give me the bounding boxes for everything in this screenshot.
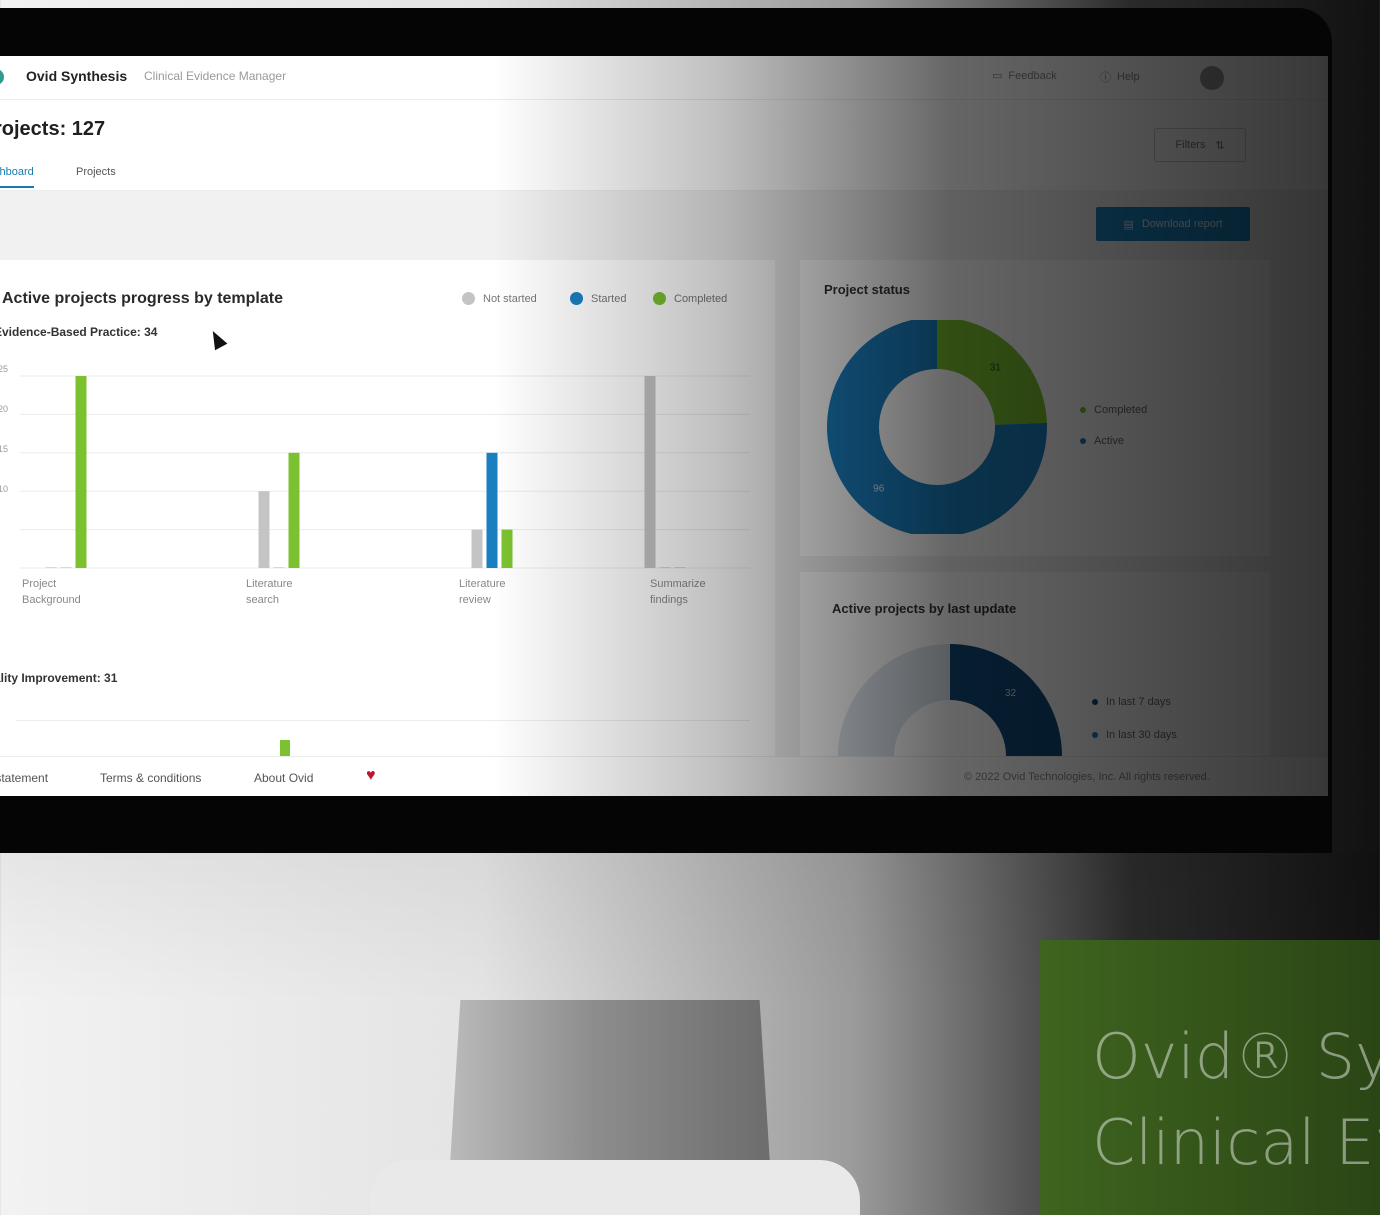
help-icon: ⓘ xyxy=(1100,72,1111,84)
last-update-half-donut: 32 xyxy=(838,644,1062,756)
footer-link-about[interactable]: About Ovid xyxy=(254,771,313,785)
page-title: rojects: 127 xyxy=(0,118,106,140)
bar-not-started[interactable] xyxy=(258,491,270,568)
download-report-button[interactable]: ▤ Download report xyxy=(1096,207,1250,241)
user-avatar[interactable] xyxy=(1200,66,1224,90)
bar-started[interactable] xyxy=(659,567,671,568)
y-tick-label: 25 xyxy=(0,364,9,374)
promo-panel: Ovid® Syn Clinical Ev xyxy=(1040,940,1380,1215)
feedback-icon: ▭ xyxy=(992,70,1003,82)
donut-value-label: 32 xyxy=(1005,688,1017,699)
x-tick-line: Project xyxy=(22,578,57,590)
progress-card-title: Active projects progress by template xyxy=(2,290,283,307)
feedback-label: Feedback xyxy=(1008,69,1057,82)
filters-button[interactable]: Filters ⇅ xyxy=(1154,128,1246,162)
brand-name: Ovid Synthesis xyxy=(26,68,128,84)
bar-not-started[interactable] xyxy=(471,529,483,568)
heart-icon: ♥ xyxy=(366,767,376,784)
bar-started[interactable] xyxy=(486,452,498,568)
y-tick-label: 20 xyxy=(0,404,9,414)
brand-subtitle: Clinical Evidence Manager xyxy=(144,69,287,83)
template-title-qi: ality Improvement: 31 xyxy=(0,671,118,685)
qi-bar-peek xyxy=(280,740,290,756)
legend-dot-grey xyxy=(462,292,475,305)
copyright-text: © 2022 Ovid Technologies, Inc. All right… xyxy=(964,771,1210,783)
legend-label: In last 30 days xyxy=(1106,729,1177,741)
legend-started: Started xyxy=(570,292,626,305)
y-tick-label: 10 xyxy=(0,484,9,494)
legend-label: Not started xyxy=(483,292,537,305)
footer-link-terms[interactable]: Terms & conditions xyxy=(100,771,201,785)
legend-label: Completed xyxy=(674,292,728,305)
x-tick-line: search xyxy=(246,594,280,606)
bar-completed[interactable] xyxy=(75,376,87,568)
donut-value-label: 96 xyxy=(873,483,885,494)
filters-icon: ⇅ xyxy=(1215,139,1225,152)
bar-started[interactable] xyxy=(273,567,285,568)
promo-line-1: Ovid® Syn xyxy=(1092,1020,1380,1093)
bar-completed[interactable] xyxy=(674,567,686,568)
bar-completed[interactable] xyxy=(501,529,513,568)
legend-dot-blue xyxy=(1092,732,1098,738)
download-label: Download report xyxy=(1141,218,1223,230)
ovid-logo-icon[interactable] xyxy=(0,69,4,85)
x-tick-line: Summarize xyxy=(650,578,706,590)
progress-bar-chart xyxy=(20,375,750,569)
status-legend-active: Active xyxy=(1080,435,1124,447)
x-tick-line: Literature xyxy=(246,578,293,590)
y-tick-label: 15 xyxy=(0,444,9,454)
x-tick-line: findings xyxy=(650,594,688,606)
bar-not-started[interactable] xyxy=(644,376,656,568)
tab-projects[interactable]: Projects xyxy=(76,166,116,178)
project-status-title: Project status xyxy=(824,282,910,297)
legend-dot-blue xyxy=(570,292,583,305)
legend-not-started: Not started xyxy=(462,292,537,305)
x-tick-label: Literature search xyxy=(246,576,326,608)
app-screen: Ovid Synthesis Clinical Evidence Manager… xyxy=(0,56,1328,796)
help-link[interactable]: ⓘ Help xyxy=(1100,69,1140,85)
legend-dot-green xyxy=(653,292,666,305)
x-tick-line: Background xyxy=(22,594,81,606)
legend-dot-navy xyxy=(1092,699,1098,705)
legend-label: In last 7 days xyxy=(1106,696,1171,708)
feedback-link[interactable]: ▭ Feedback xyxy=(992,69,1057,83)
bar-not-started[interactable] xyxy=(45,567,57,568)
top-bar: Ovid Synthesis Clinical Evidence Manager… xyxy=(0,56,1328,100)
last-update-title: Active projects by last update xyxy=(832,601,1017,616)
legend-label: Active xyxy=(1094,435,1124,447)
legend-label: Started xyxy=(591,292,627,305)
chart-gridline xyxy=(16,720,750,721)
x-tick-line: review xyxy=(459,594,491,606)
legend-label: Completed xyxy=(1094,404,1148,416)
bar-started[interactable] xyxy=(60,567,72,568)
promo-line-2: Clinical Ev xyxy=(1092,1106,1380,1179)
x-tick-line: Literature xyxy=(459,578,506,590)
legend-completed: Completed xyxy=(653,292,727,305)
download-icon: ▤ xyxy=(1123,218,1134,231)
x-tick-label: Summarize findings xyxy=(650,576,730,608)
x-tick-label: Literature review xyxy=(459,576,539,608)
monitor-base xyxy=(370,1160,860,1215)
x-tick-label: Project Background xyxy=(22,576,102,608)
template-title-ebp: Evidence-Based Practice: 34 xyxy=(0,325,158,339)
legend-dot-blue xyxy=(1080,438,1086,444)
update-legend-30-days: In last 30 days xyxy=(1092,729,1177,741)
donut-value-label: 31 xyxy=(990,363,1002,374)
legend-dot-green xyxy=(1080,407,1086,413)
bar-completed[interactable] xyxy=(288,452,300,568)
donut-segment-7-days xyxy=(950,644,1062,756)
tab-dashboard[interactable]: shboard xyxy=(0,166,34,188)
project-status-donut: 31 96 xyxy=(827,320,1047,534)
footer-link-accessibility[interactable]: y statement xyxy=(0,771,48,785)
help-label: Help xyxy=(1117,71,1140,83)
update-legend-7-days: In last 7 days xyxy=(1092,696,1171,708)
status-legend-completed: Completed xyxy=(1080,404,1147,416)
footer: y statement Terms & conditions About Ovi… xyxy=(0,756,1328,796)
donut-segment-30-days xyxy=(838,644,950,756)
filters-label: Filters xyxy=(1175,139,1206,151)
